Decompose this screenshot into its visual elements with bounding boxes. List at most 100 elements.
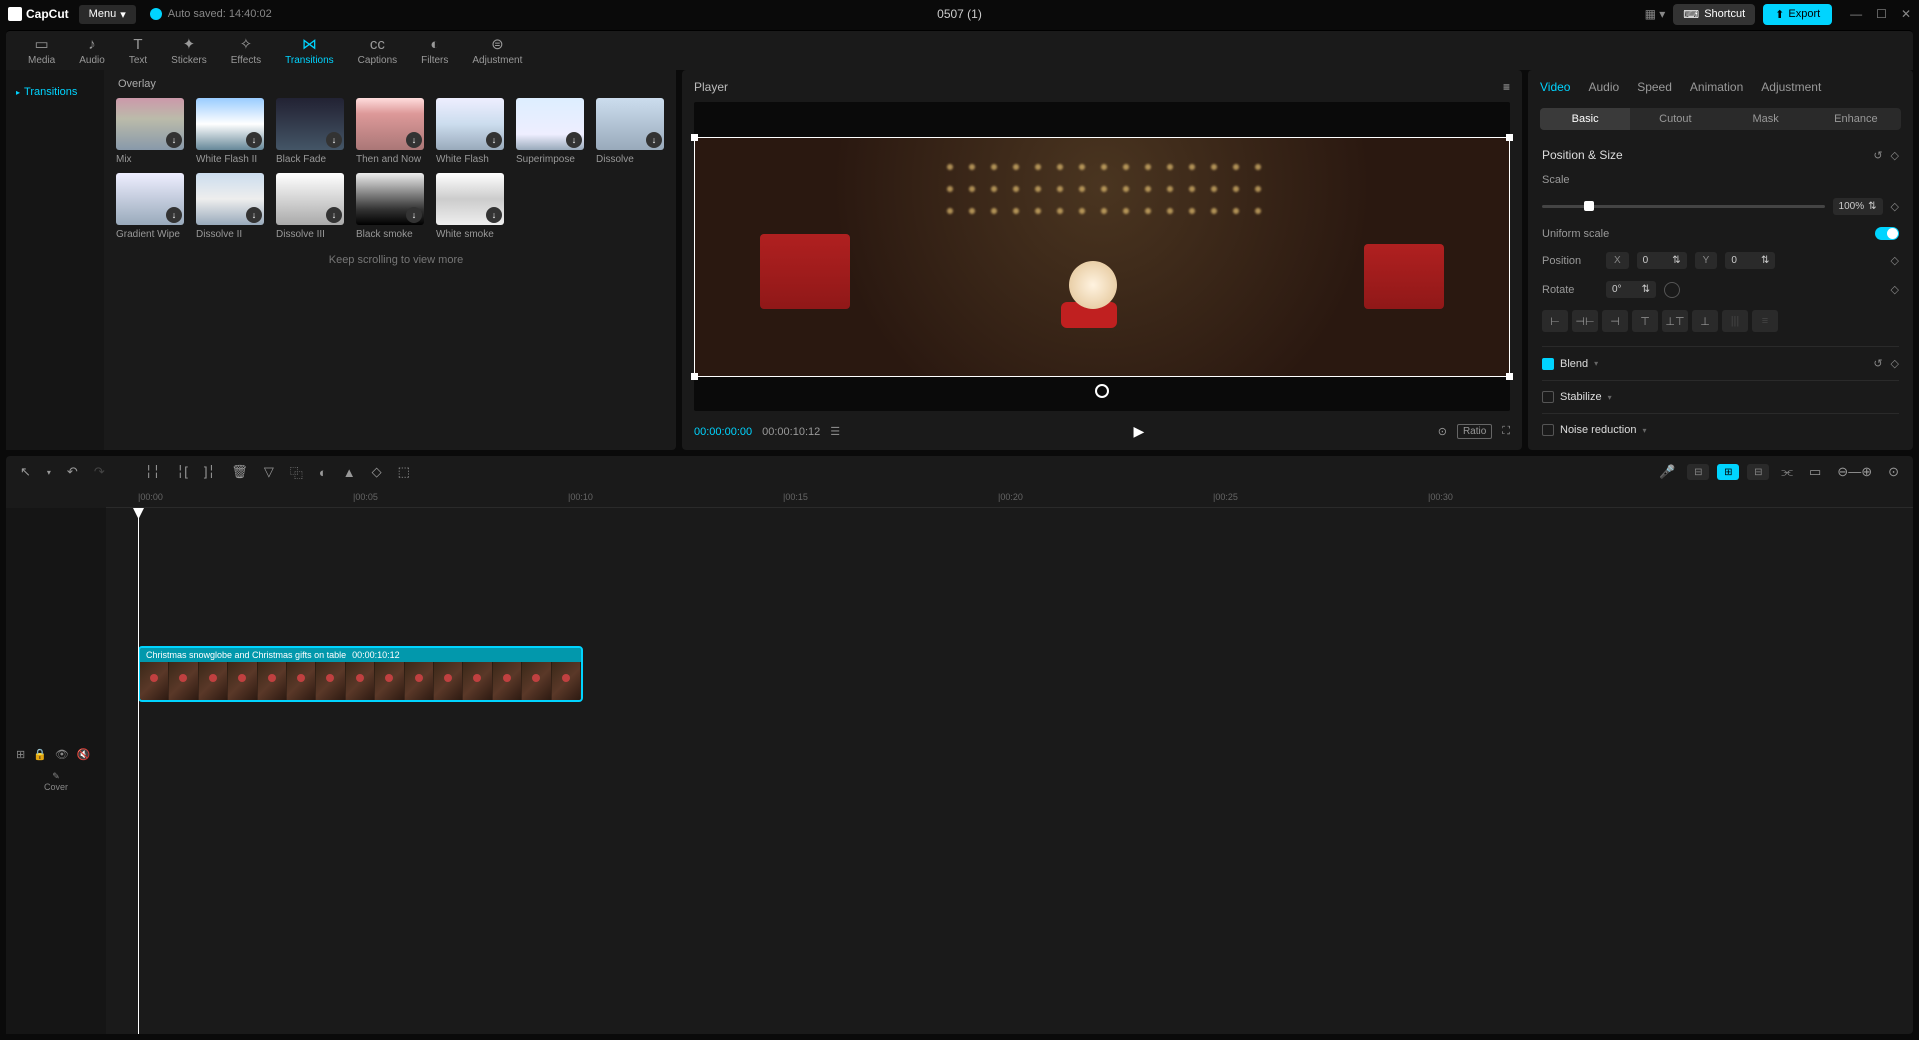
timeline-ruler[interactable]: |00:00|00:05|00:10|00:15|00:20|00:25|00:…: [106, 488, 1913, 508]
transition-item[interactable]: ↓White Flash II: [196, 98, 264, 165]
resize-handle[interactable]: [691, 134, 698, 141]
tab-captions[interactable]: ccCaptions: [346, 34, 409, 68]
download-icon[interactable]: ↓: [166, 207, 182, 223]
transition-item[interactable]: ↓Black smoke: [356, 173, 424, 240]
transition-item[interactable]: ↓Black Fade: [276, 98, 344, 165]
align-right-button[interactable]: ⊣: [1602, 310, 1628, 332]
transition-item[interactable]: ↓White Flash: [436, 98, 504, 165]
align-top-button[interactable]: ⊤: [1632, 310, 1658, 332]
undo-button[interactable]: ↶: [63, 462, 82, 482]
split-tool[interactable]: ╎╎: [141, 462, 165, 482]
keyframe-icon[interactable]: ◇: [1891, 149, 1899, 162]
play-button[interactable]: ▶: [1134, 423, 1145, 440]
rotate-handle[interactable]: [1095, 384, 1109, 398]
tab-text[interactable]: TText: [117, 34, 159, 68]
keyframe-icon[interactable]: ◇: [1891, 200, 1899, 213]
transition-item[interactable]: ↓Dissolve II: [196, 173, 264, 240]
uniform-scale-toggle[interactable]: [1875, 227, 1899, 240]
shortcut-button[interactable]: ⌨ Shortcut: [1673, 4, 1755, 25]
redo-button[interactable]: ↷: [90, 462, 109, 482]
preview-tool[interactable]: ▭: [1805, 462, 1825, 482]
download-icon[interactable]: ↓: [566, 132, 582, 148]
tab-audio[interactable]: ♪Audio: [67, 34, 117, 68]
player-viewport[interactable]: [694, 102, 1510, 411]
chevron-down-icon[interactable]: ▾: [1642, 426, 1646, 435]
download-icon[interactable]: ↓: [406, 132, 422, 148]
focus-icon[interactable]: ⊙: [1438, 425, 1447, 438]
link-tool[interactable]: ⫘: [1777, 462, 1797, 482]
crop-tool[interactable]: ⬚: [394, 462, 414, 482]
transition-item[interactable]: ↓Superimpose: [516, 98, 584, 165]
tab-stickers[interactable]: ✦Stickers: [159, 33, 219, 68]
download-icon[interactable]: ↓: [486, 132, 502, 148]
keyframe-icon[interactable]: ◇: [1891, 357, 1899, 370]
tab-media[interactable]: ▭Media: [16, 33, 67, 68]
zoom-out-button[interactable]: ⊖—⊕: [1833, 462, 1876, 482]
scale-slider[interactable]: [1542, 205, 1825, 208]
snap-toggle-1[interactable]: ⊟: [1687, 464, 1709, 480]
split-left-tool[interactable]: ╎[: [172, 462, 191, 482]
download-icon[interactable]: ↓: [646, 132, 662, 148]
transition-item[interactable]: ↓Dissolve III: [276, 173, 344, 240]
lock-icon[interactable]: 🔒: [33, 748, 47, 761]
resize-handle[interactable]: [1506, 373, 1513, 380]
download-icon[interactable]: ↓: [246, 207, 262, 223]
resize-handle[interactable]: [691, 373, 698, 380]
mute-icon[interactable]: 🔇: [77, 748, 91, 761]
transition-item[interactable]: ↓Dissolve: [596, 98, 664, 165]
position-y-input[interactable]: 0⇅: [1725, 252, 1775, 269]
layout-icon[interactable]: ▦ ▾: [1645, 7, 1666, 21]
inspector-subtab-basic[interactable]: Basic: [1540, 108, 1630, 130]
copy-tool[interactable]: ⿻: [286, 461, 307, 484]
split-right-tool[interactable]: ]╎: [200, 462, 219, 482]
transition-item[interactable]: ↓Mix: [116, 98, 184, 165]
rotate-tool[interactable]: ◇: [368, 462, 386, 482]
inspector-tab-adjustment[interactable]: Adjustment: [1761, 80, 1821, 100]
snap-toggle-2[interactable]: ⊞: [1717, 464, 1739, 480]
visibility-icon[interactable]: 👁: [55, 748, 69, 761]
timeline-tracks[interactable]: ⊞ 🔒 👁 🔇 ✎ Cover Christmas snowglobe and …: [6, 508, 1913, 1034]
distribute-h-button[interactable]: |||: [1722, 310, 1748, 332]
selection-tool[interactable]: ↖: [16, 462, 35, 482]
inspector-subtab-cutout[interactable]: Cutout: [1630, 108, 1720, 130]
track-toggle-icon[interactable]: ⊞: [16, 748, 25, 761]
tool-dropdown[interactable]: ▾: [43, 466, 55, 479]
list-icon[interactable]: ☰: [830, 425, 840, 438]
fit-button[interactable]: ⊙: [1884, 462, 1903, 482]
reset-icon[interactable]: ↺: [1873, 357, 1882, 370]
align-bottom-button[interactable]: ⊥: [1692, 310, 1718, 332]
download-icon[interactable]: ↓: [486, 207, 502, 223]
inspector-tab-video[interactable]: Video: [1540, 80, 1570, 100]
blend-checkbox[interactable]: [1542, 358, 1554, 370]
align-left-button[interactable]: ⊢: [1542, 310, 1568, 332]
reset-icon[interactable]: ↺: [1873, 149, 1882, 162]
close-button[interactable]: ✕: [1901, 7, 1911, 21]
align-center-v-button[interactable]: ⊥⊤: [1662, 310, 1688, 332]
download-icon[interactable]: ↓: [246, 132, 262, 148]
resize-handle[interactable]: [1506, 134, 1513, 141]
tab-transitions[interactable]: ⋈Transitions: [273, 33, 346, 68]
video-clip[interactable]: Christmas snowglobe and Christmas gifts …: [138, 646, 583, 702]
keyframe-icon[interactable]: ◇: [1891, 283, 1899, 296]
download-icon[interactable]: ↓: [166, 132, 182, 148]
cover-button[interactable]: ✎ Cover: [6, 765, 106, 798]
marker-tool[interactable]: ▽: [260, 462, 278, 482]
player-menu-icon[interactable]: ≡: [1503, 80, 1510, 94]
minimize-button[interactable]: —: [1850, 7, 1862, 21]
transition-item[interactable]: ↓Gradient Wipe: [116, 173, 184, 240]
inspector-tab-speed[interactable]: Speed: [1637, 80, 1672, 100]
tab-effects[interactable]: ✧Effects: [219, 33, 273, 68]
export-button[interactable]: ⬆ Export: [1763, 4, 1832, 25]
ratio-button[interactable]: Ratio: [1457, 424, 1492, 439]
stabilize-checkbox[interactable]: [1542, 391, 1554, 403]
menu-button[interactable]: Menu ▾: [79, 5, 136, 24]
fullscreen-icon[interactable]: ⛶: [1502, 425, 1510, 438]
position-x-input[interactable]: 0⇅: [1637, 252, 1687, 269]
delete-tool[interactable]: 🗑: [227, 462, 252, 482]
scale-value-input[interactable]: 100%⇅: [1833, 198, 1883, 215]
chevron-down-icon[interactable]: ▾: [1594, 359, 1598, 368]
rotate-dial[interactable]: [1664, 282, 1680, 298]
distribute-v-button[interactable]: ≡: [1752, 310, 1778, 332]
inspector-subtab-mask[interactable]: Mask: [1721, 108, 1811, 130]
tab-adjustment[interactable]: ⊜Adjustment: [460, 33, 534, 68]
